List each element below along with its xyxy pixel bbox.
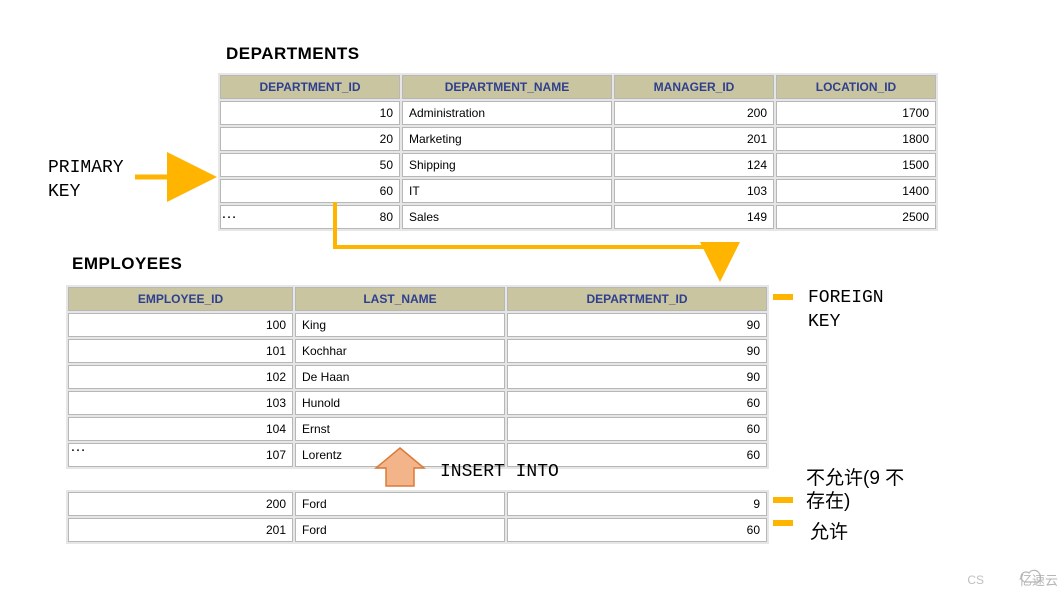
emp-header-id: EMPLOYEE_ID	[68, 287, 293, 311]
table-row: 20Marketing2011800	[220, 127, 936, 151]
table-row: 103Hunold60	[68, 391, 767, 415]
employees-table: EMPLOYEE_ID LAST_NAME DEPARTMENT_ID 100K…	[66, 285, 769, 469]
departments-title: DEPARTMENTS	[226, 44, 360, 64]
emp-header-dept: DEPARTMENT_ID	[507, 287, 767, 311]
arrow-insert-up-icon	[372, 446, 428, 490]
insert-into-label: INSERT INTO	[440, 460, 559, 484]
ellipsis-icon: …	[221, 205, 237, 223]
arrow-pk-to-fk	[325, 202, 745, 282]
ellipsis-icon: …	[70, 438, 86, 456]
not-allowed-label: 不允许(9 不 存在)	[806, 468, 904, 514]
watermark-logo: 亿速云	[1019, 570, 1058, 589]
arrow-primary-key	[135, 167, 220, 187]
corner-text: CS	[967, 573, 984, 587]
dept-header-mgr: MANAGER_ID	[614, 75, 774, 99]
insert-table: 200Ford9201Ford60	[66, 490, 769, 544]
dash-icon	[773, 497, 793, 503]
dash-icon	[773, 294, 793, 300]
table-row: 101Kochhar90	[68, 339, 767, 363]
table-row: 201Ford60	[68, 518, 767, 542]
allowed-label: 允许	[810, 522, 848, 545]
table-row: 104Ernst60	[68, 417, 767, 441]
table-row: 10Administration2001700	[220, 101, 936, 125]
primary-key-label: PRIMARY KEY	[48, 156, 124, 205]
table-row: 200Ford9	[68, 492, 767, 516]
dept-header-name: DEPARTMENT_NAME	[402, 75, 612, 99]
table-row: 102De Haan90	[68, 365, 767, 389]
table-row: 100King90	[68, 313, 767, 337]
table-row: 60IT1031400	[220, 179, 936, 203]
dash-icon	[773, 520, 793, 526]
employees-title: EMPLOYEES	[72, 254, 182, 274]
dept-header-id: DEPARTMENT_ID	[220, 75, 400, 99]
foreign-key-label: FOREIGN KEY	[808, 286, 884, 335]
emp-header-name: LAST_NAME	[295, 287, 505, 311]
dept-header-loc: LOCATION_ID	[776, 75, 936, 99]
table-row: 50Shipping1241500	[220, 153, 936, 177]
